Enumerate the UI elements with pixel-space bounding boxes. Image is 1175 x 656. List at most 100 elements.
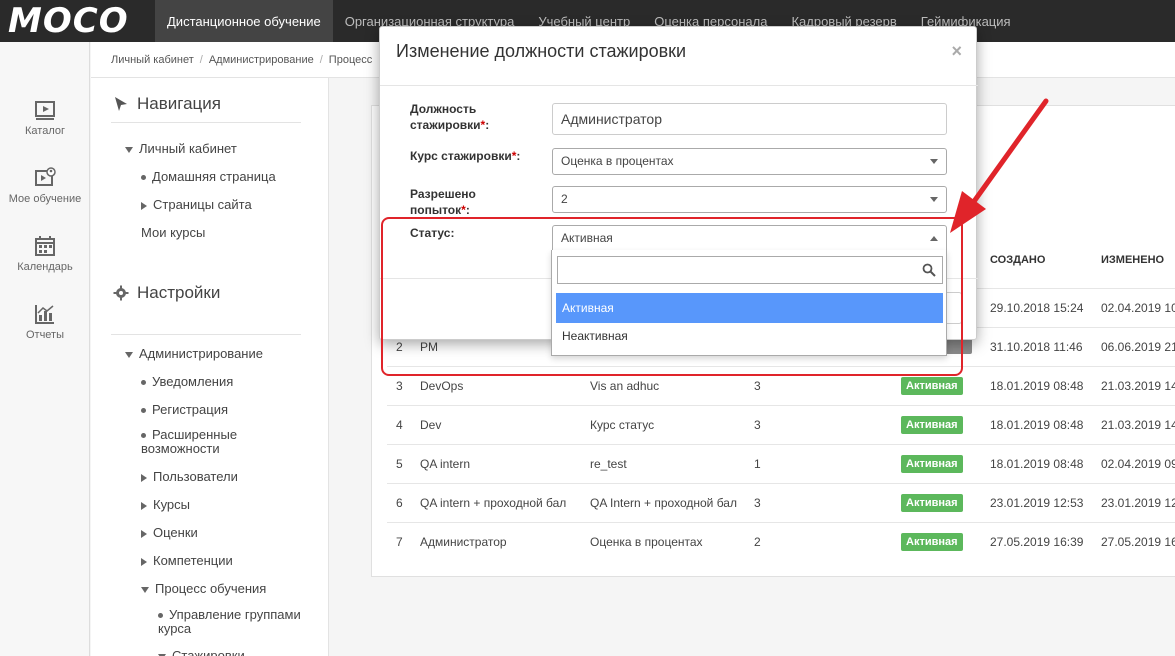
close-icon[interactable]: ×: [951, 41, 962, 62]
menu-label: Расширенные возможности: [141, 427, 238, 456]
annotation-arrow-icon: [950, 98, 1049, 233]
menu-label: Личный кабинет: [139, 141, 237, 156]
calendar-icon: [35, 236, 55, 256]
breadcrumb-admin[interactable]: Администрирование: [209, 54, 314, 66]
cell-modified: 23.01.2019 12: [1101, 496, 1175, 510]
collapsed-icon: [141, 501, 147, 510]
menu-label: Регистрация: [152, 402, 228, 417]
cell-course: QA Intern + проходной бал: [590, 496, 737, 510]
menu-competencies[interactable]: Компетенции: [141, 553, 233, 568]
menu-label: Оценки: [153, 525, 198, 540]
menu-label: Администрирование: [139, 346, 263, 361]
cell-course: Vis an adhuc: [590, 379, 660, 393]
cell-created: 31.10.2018 11:46: [990, 340, 1083, 354]
collapsed-icon: [141, 473, 147, 482]
expanded-icon: [141, 586, 149, 593]
menu-my-courses[interactable]: Мои курсы: [141, 225, 205, 240]
breadcrumb-process[interactable]: Процесс: [329, 54, 372, 66]
cell-attempts: 3: [754, 496, 761, 510]
expanded-icon: [125, 351, 133, 358]
table-row[interactable]: 6 QA intern + проходной бал QA Intern + …: [387, 483, 1175, 522]
menu-label: Страницы сайта: [153, 197, 252, 212]
settings-block-title: Настройки: [91, 283, 220, 303]
navigation-title: Навигация: [137, 94, 221, 113]
bullet-icon: [141, 380, 146, 386]
collapsed-icon: [141, 201, 147, 210]
col-header-modified[interactable]: ИЗМЕНЕНО: [1101, 254, 1164, 266]
topnav-distance-learning[interactable]: Дистанционное обучение: [155, 0, 333, 42]
cell-attempts: 1: [754, 457, 761, 471]
attempts-select-value: 2: [561, 192, 568, 206]
breadcrumb-personal[interactable]: Личный кабинет: [111, 54, 194, 66]
modal-header-divider: [380, 85, 978, 86]
rail-reports-label: Отчеты: [25, 329, 65, 341]
table-row[interactable]: 5 QA intern re_test 1 Активная 18.01.201…: [387, 444, 1175, 483]
rail-my-learning[interactable]: Мое обучение: [0, 152, 90, 220]
collapsed-icon: [141, 529, 147, 538]
menu-personal-cabinet[interactable]: Личный кабинет: [125, 141, 237, 156]
menu-registration[interactable]: Регистрация: [141, 402, 228, 417]
rail-reports[interactable]: Отчеты: [0, 288, 90, 356]
menu-administration[interactable]: Администрирование: [125, 346, 263, 361]
table-row[interactable]: 7 Администратор Оценка в процентах 2 Акт…: [387, 522, 1175, 561]
menu-label: Уведомления: [152, 374, 234, 389]
cell-created: 18.01.2019 08:48: [990, 379, 1084, 393]
cell-modified: 06.06.2019 21: [1101, 340, 1175, 354]
menu-extended-features[interactable]: Расширенные возможности: [141, 428, 301, 456]
collapsed-icon: [141, 557, 147, 566]
modal-title: Изменение должности стажировки: [396, 41, 687, 61]
menu-grades[interactable]: Оценки: [141, 525, 198, 540]
status-badge: Активная: [901, 377, 963, 395]
menu-courses[interactable]: Курсы: [141, 497, 190, 512]
cell-attempts: 2: [754, 535, 761, 549]
menu-label: Домашняя страница: [152, 169, 276, 184]
rail-calendar[interactable]: Календарь: [0, 220, 90, 288]
breadcrumb-separator: /: [319, 53, 323, 66]
my-learning-icon: [35, 167, 56, 186]
position-input[interactable]: Администратор: [552, 103, 947, 135]
menu-users[interactable]: Пользователи: [141, 469, 238, 484]
status-badge: Активная: [901, 494, 963, 512]
logo[interactable]: MOCO: [0, 0, 155, 42]
attempts-select[interactable]: 2: [552, 186, 947, 213]
status-badge: Активная: [901, 533, 963, 551]
side-menu: Навигация Личный кабинет Домашняя страни…: [91, 78, 329, 656]
cell-num: 3: [396, 379, 403, 393]
menu-label: Компетенции: [153, 553, 233, 568]
gear-icon: [113, 285, 129, 301]
course-label: Курс стажировки*:: [410, 148, 520, 164]
label-colon: :: [465, 203, 470, 217]
rail-catalog-label: Каталог: [25, 125, 65, 137]
expanded-icon: [125, 146, 133, 153]
status-badge: Активная: [901, 455, 963, 473]
bullet-icon: [141, 433, 146, 439]
breadcrumb-separator: /: [199, 53, 203, 66]
menu-learning-process[interactable]: Процесс обучения: [141, 581, 266, 596]
table-row[interactable]: 4 Dev Курс статус 3 Активная 18.01.2019 …: [387, 405, 1175, 444]
menu-group-management[interactable]: Управление группами курса: [158, 608, 308, 636]
menu-notifications[interactable]: Уведомления: [141, 374, 233, 389]
rail-calendar-label: Календарь: [17, 261, 73, 273]
cell-modified: 21.03.2019 14: [1101, 418, 1175, 432]
cell-created: 23.01.2019 12:53: [990, 496, 1084, 510]
cell-attempts: 3: [754, 379, 761, 393]
attempts-label-line2: попыток: [410, 203, 462, 217]
menu-internships[interactable]: Стажировки: [158, 648, 245, 656]
attempts-label-line1: Разрешено: [410, 187, 476, 201]
menu-home-page[interactable]: Домашняя страница: [141, 169, 276, 184]
col-header-created[interactable]: СОЗДАНО: [990, 254, 1045, 266]
cell-name: QA intern + проходной бал: [420, 496, 567, 510]
catalog-icon: [35, 101, 55, 120]
rail-catalog[interactable]: Каталог: [0, 84, 90, 152]
course-select[interactable]: Оценка в процентах: [552, 148, 947, 175]
annotation-highlight-box: [381, 217, 963, 376]
menu-label: Процесс обучения: [155, 581, 267, 596]
position-label-line1: Должность: [410, 102, 477, 116]
menu-site-pages[interactable]: Страницы сайта: [141, 197, 252, 212]
divider: [111, 122, 301, 123]
cell-modified: 21.03.2019 14: [1101, 379, 1175, 393]
menu-label: Стажировки: [172, 648, 245, 656]
left-rail: Каталог Мое обучение Календарь Отчеты: [0, 42, 90, 656]
cell-modified: 27.05.2019 16: [1101, 535, 1175, 549]
reports-icon: [35, 305, 54, 324]
